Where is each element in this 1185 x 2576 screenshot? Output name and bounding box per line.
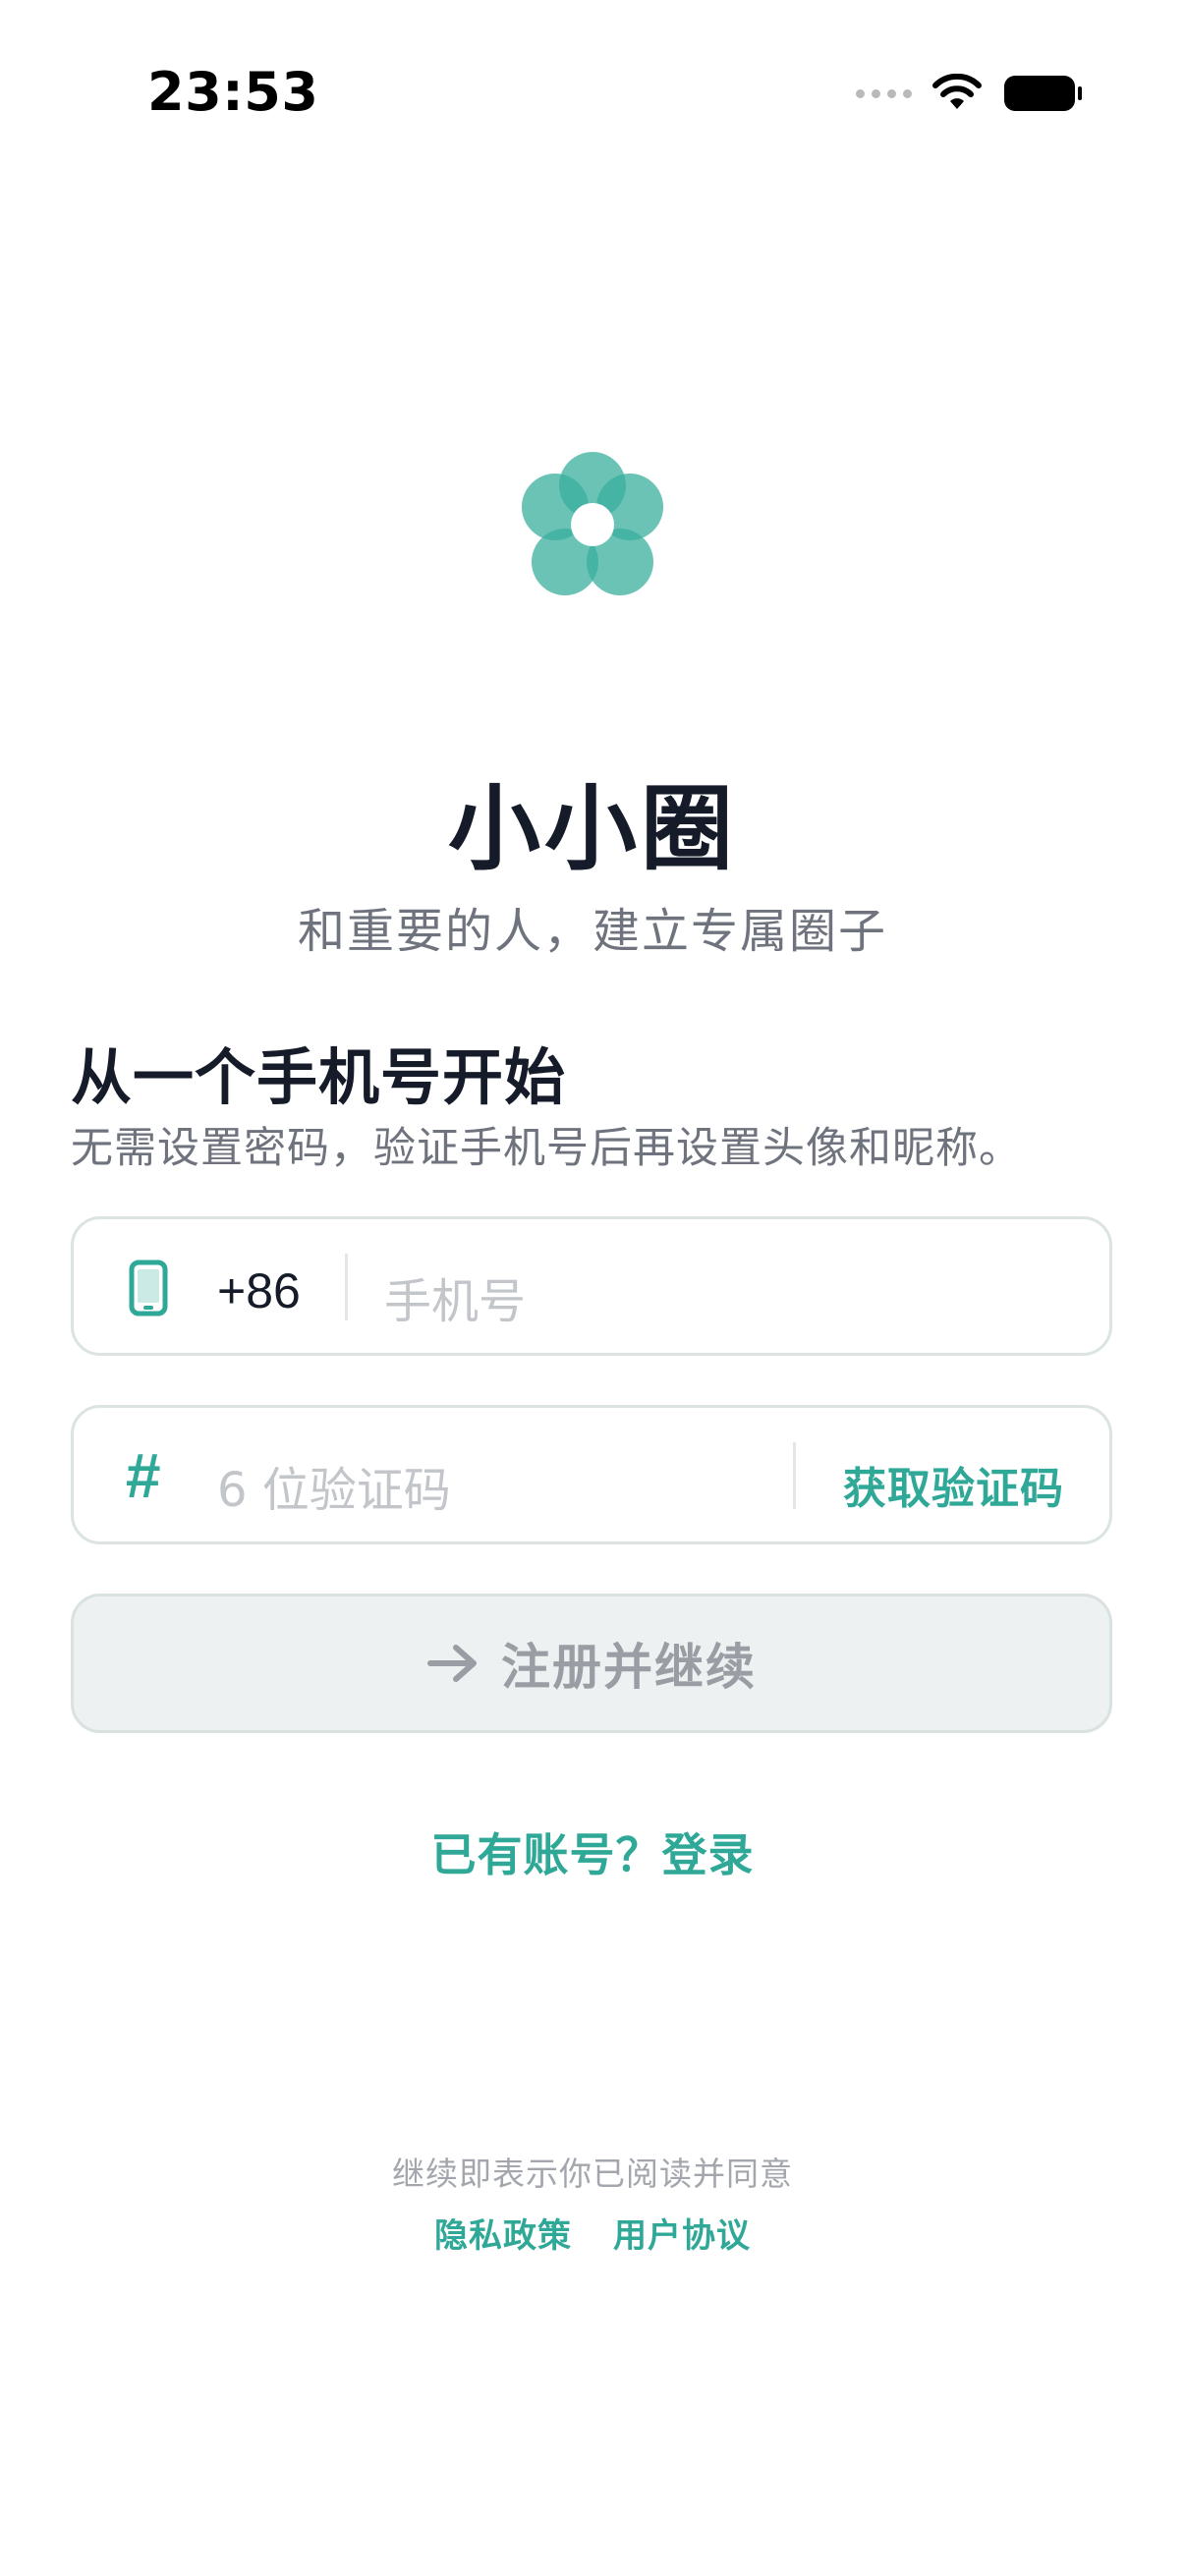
status-icons bbox=[856, 69, 1083, 118]
section-heading: 从一个手机号开始 bbox=[71, 1041, 567, 1113]
status-time: 23:53 bbox=[147, 61, 319, 123]
phone-divider bbox=[345, 1254, 348, 1320]
register-continue-button[interactable]: 注册并继续 bbox=[71, 1594, 1112, 1733]
signal-icon bbox=[856, 88, 912, 98]
phone-icon bbox=[129, 1260, 168, 1316]
privacy-policy-link[interactable]: 隐私政策 bbox=[434, 2209, 572, 2257]
verification-code-input[interactable]: 6 位验证码 bbox=[217, 1451, 451, 1520]
app-subtitle: 和重要的人，建立专属圈子 bbox=[297, 904, 887, 959]
phone-field[interactable]: +86 手机号 bbox=[71, 1216, 1112, 1356]
login-link[interactable]: 已有账号？登录 bbox=[0, 1820, 1185, 1884]
user-agreement-link[interactable]: 用户协议 bbox=[613, 2209, 751, 2257]
verification-code-field[interactable]: # 6 位验证码 获取验证码 bbox=[71, 1405, 1112, 1544]
hash-icon: # bbox=[125, 1440, 160, 1511]
app-title: 小小圈 bbox=[447, 776, 737, 883]
arrow-right-icon bbox=[427, 1645, 477, 1682]
section-description: 无需设置密码，验证手机号后再设置头像和昵称。 bbox=[71, 1124, 1022, 1173]
battery-icon bbox=[1004, 76, 1082, 111]
legal-text: 继续即表示你已阅读并同意 bbox=[392, 2155, 793, 2193]
wifi-icon bbox=[932, 74, 982, 109]
get-code-button[interactable]: 获取验证码 bbox=[843, 1453, 1064, 1516]
phone-input[interactable]: 手机号 bbox=[384, 1262, 526, 1331]
flower-logo bbox=[522, 452, 663, 595]
country-code[interactable]: +86 bbox=[217, 1262, 301, 1319]
code-divider bbox=[793, 1442, 796, 1509]
register-continue-label: 注册并继续 bbox=[501, 1639, 757, 1696]
legal-links: 隐私政策 用户协议 bbox=[0, 2209, 1185, 2257]
